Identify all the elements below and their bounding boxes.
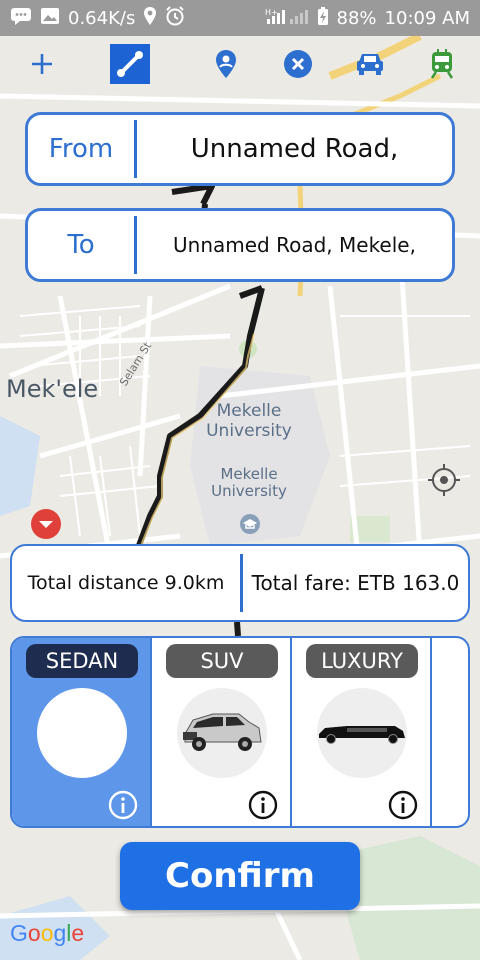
to-address-value[interactable]: Unnamed Road, Mekele, (137, 233, 452, 257)
logo-letter: o (40, 920, 54, 946)
from-address-field[interactable]: From Unnamed Road, (25, 112, 455, 186)
to-address-field[interactable]: To Unnamed Road, Mekele, (25, 208, 455, 282)
info-icon (248, 790, 278, 824)
sedan-photo (37, 688, 127, 778)
vehicle-option-sedan[interactable]: SEDAN (12, 638, 152, 826)
image-icon (40, 7, 60, 30)
info-button[interactable] (388, 790, 418, 820)
car-mode-button[interactable] (350, 46, 390, 86)
logo-letter: g (53, 920, 67, 946)
limousine-image (319, 726, 405, 744)
network-type: H+ (265, 8, 278, 17)
alarm-icon (165, 5, 185, 31)
google-attribution: Google (10, 920, 84, 946)
crosshair-icon (426, 464, 462, 502)
vehicle-name: SUV (166, 644, 278, 678)
vehicle-option-luxury[interactable]: LUXURY (292, 638, 432, 826)
university-label: Mekelle University (206, 401, 292, 441)
vehicle-option-more[interactable] (432, 638, 468, 826)
status-bar: 0.64K/s H+ 88% 10:09 AM (0, 0, 480, 36)
my-location-button[interactable] (426, 462, 462, 498)
train-icon (429, 49, 455, 83)
signal-icon: H+ (265, 7, 309, 30)
total-fare: Total fare: ETB 163.0 (251, 571, 460, 595)
battery-level: 88% (336, 7, 377, 29)
info-button[interactable] (108, 790, 138, 820)
route-icon (110, 44, 150, 88)
clock: 10:09 AM (384, 7, 470, 29)
car-icon (355, 51, 385, 81)
vehicle-name: SEDAN (26, 644, 138, 678)
logo-letter: e (71, 920, 85, 946)
total-distance: Total distance 9.0km (27, 572, 225, 594)
info-icon (108, 790, 138, 824)
trip-summary: Total distance 9.0km Total fare: ETB 163… (10, 544, 470, 622)
place-pin-icon (215, 49, 237, 83)
train-mode-button[interactable] (422, 46, 462, 86)
location-icon (143, 6, 157, 31)
network-speed: 0.64K/s (68, 7, 136, 29)
cancel-button[interactable] (278, 46, 318, 86)
logo-letter: o (27, 920, 41, 946)
vehicle-option-suv[interactable]: SUV (152, 638, 292, 826)
from-label: From (48, 134, 114, 164)
to-label: To (67, 230, 95, 260)
city-label: Mek'ele (6, 375, 99, 403)
cancel-icon (283, 49, 313, 83)
vehicle-name: LUXURY (306, 644, 418, 678)
battery-charging-icon (317, 6, 329, 31)
chevron-down-icon (30, 509, 62, 544)
add-icon (30, 52, 54, 80)
route-button[interactable] (110, 44, 150, 88)
from-address-value[interactable]: Unnamed Road, (137, 134, 452, 164)
place-button[interactable] (206, 46, 246, 86)
suv-image (183, 713, 262, 751)
mode-toolbar (0, 44, 480, 90)
message-icon (10, 7, 32, 30)
confirm-button[interactable]: Confirm (120, 842, 360, 910)
destination-marker[interactable] (30, 508, 62, 540)
google-logo: Google (10, 920, 84, 947)
suv-photo (177, 688, 267, 778)
add-button[interactable] (22, 46, 62, 86)
logo-letter: G (10, 920, 28, 946)
info-icon (388, 790, 418, 824)
university-label-secondary: Mekelle University (211, 465, 287, 501)
info-button[interactable] (248, 790, 278, 820)
luxury-photo (317, 688, 407, 778)
vehicle-selector: SEDAN SUV LUXURY (10, 636, 470, 828)
